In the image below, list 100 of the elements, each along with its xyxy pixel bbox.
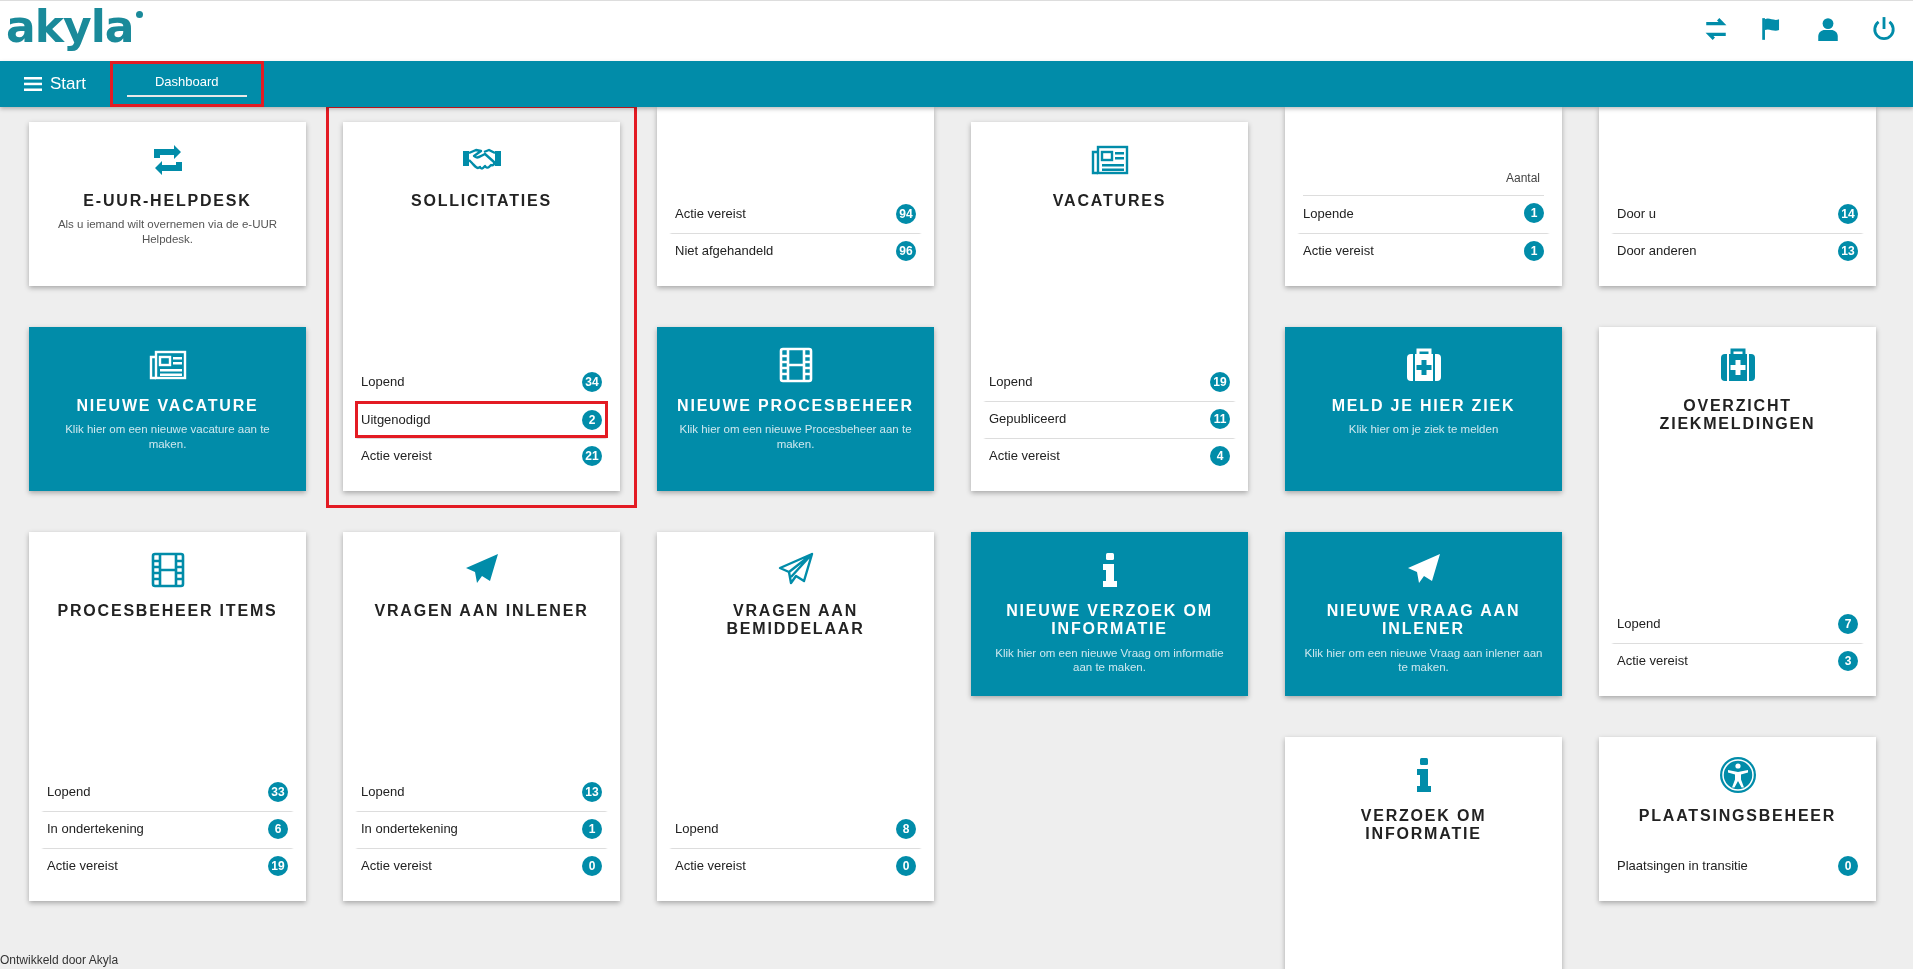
row-label: Actie vereist <box>675 206 746 221</box>
stat-row[interactable]: Lopend 19 <box>983 364 1236 401</box>
action-tile[interactable]: MELD JE HIER ZIEK Klik hier om je ziek te melden <box>1285 327 1562 491</box>
footer-text: Ontwikkeld door Akyla <box>0 953 119 967</box>
card-title: VRAGEN AAN BEMIDDELAAR <box>725 602 866 639</box>
card-title: PROCESBEHEER ITEMS <box>57 602 278 621</box>
menu-button[interactable]: Start <box>24 61 86 107</box>
logo: akyla <box>6 5 144 49</box>
stat-row[interactable]: Actie vereist 3 <box>1611 643 1864 680</box>
card-description: Klik hier om een nieuwe vacature aan te maken. <box>64 422 271 452</box>
row-label: Lopend <box>1617 616 1661 631</box>
row-label: Actie vereist <box>675 858 746 873</box>
count-badge: 13 <box>582 781 602 802</box>
count-badge: 6 <box>268 818 288 839</box>
stat-row[interactable]: Actie vereist 0 <box>669 848 922 885</box>
row-label: Lopende <box>1303 205 1354 221</box>
card-title: VERZOEK OM INFORMATIE <box>1359 807 1488 844</box>
count-badge: 14 <box>1838 203 1858 224</box>
count-badge: 1 <box>1524 240 1544 261</box>
dashboard-card[interactable]: VRAGEN AAN INLENER Lopend 13 In ondertekening 1 Actie vereist 0 <box>343 532 620 901</box>
row-label: Actie vereist <box>1617 653 1688 668</box>
count-badge: 11 <box>1210 408 1230 429</box>
stat-row[interactable]: Actie vereist 94 <box>669 196 922 233</box>
stat-row[interactable]: Niet afgehandeld 96 <box>669 233 922 270</box>
card-title: SOLLICITATIES <box>411 192 552 211</box>
row-label: Actie vereist <box>47 858 118 873</box>
dashboard-card[interactable]: Actie vereist 94 Niet afgehandeld 96 <box>657 107 934 286</box>
dashboard-card[interactable]: E-UUR-HELPDESK Als u iemand wilt overnemen via de e-UUR Helpdesk. <box>29 122 306 286</box>
card-description: Klik hier om je ziek te melden <box>1348 422 1499 437</box>
stat-row[interactable]: In ondertekening 1 <box>355 811 608 848</box>
stat-row[interactable]: Lopend 13 <box>355 774 608 811</box>
dashboard-card[interactable]: VACATURES Lopend 19 Gepubliceerd 11 Actie vereist 4 <box>971 122 1248 491</box>
count-badge: 1 <box>1524 203 1544 223</box>
count-badge: 21 <box>582 445 602 466</box>
row-label: Plaatsingen in transitie <box>1617 858 1748 873</box>
stat-row[interactable]: Gepubliceerd 11 <box>983 401 1236 438</box>
stat-row[interactable]: Lopend 33 <box>41 774 294 811</box>
count-badge: 0 <box>896 855 916 876</box>
stat-row[interactable]: Door anderen 13 <box>1611 233 1864 270</box>
card-description: Klik hier om een nieuwe Vraag om informatie aan te maken. <box>994 645 1225 675</box>
dashboard-card[interactable]: VERZOEK OM INFORMATIE <box>1285 737 1562 969</box>
row-label: Uitgenodigd <box>361 412 431 427</box>
dashboard-tab[interactable]: Dashboard <box>126 67 247 97</box>
stat-row[interactable]: Actie vereist 19 <box>41 848 294 885</box>
row-label: Actie vereist <box>361 858 432 873</box>
column-header: Aantal <box>1303 171 1544 196</box>
row-label: Door anderen <box>1617 243 1697 258</box>
count-badge: 2 <box>582 409 602 430</box>
action-tile[interactable]: NIEUWE VACATURE Klik hier om een nieuwe vacature aan te maken. <box>29 327 306 491</box>
dashboard-card[interactable]: VRAGEN AAN BEMIDDELAAR Lopend 8 Actie vereist 0 <box>657 532 934 901</box>
stat-row[interactable]: Lopende 1 <box>1297 196 1550 233</box>
count-badge: 13 <box>1838 240 1858 261</box>
dashboard-card[interactable]: PROCESBEHEER ITEMS Lopend 33 In ondertekening 6 Actie vereist 19 <box>29 532 306 901</box>
row-label: Actie vereist <box>1303 243 1374 258</box>
stat-row[interactable]: Lopend 8 <box>669 811 922 848</box>
row-label: Lopend <box>675 821 719 836</box>
row-label: Actie vereist <box>361 448 432 463</box>
count-badge: 4 <box>1210 445 1230 466</box>
count-badge: 0 <box>582 855 602 876</box>
count-badge: 0 <box>1838 855 1858 876</box>
stat-row[interactable]: Lopend 7 <box>1611 606 1864 643</box>
card-title: OVERZICHT ZIEKMELDINGEN <box>1658 397 1817 434</box>
row-label: Niet afgehandeld <box>675 243 774 258</box>
row-label: Lopend <box>989 374 1033 389</box>
stat-row[interactable]: Plaatsingen in transitie 0 <box>1611 848 1864 885</box>
count-badge: 1 <box>582 818 602 839</box>
dashboard-card[interactable]: SOLLICITATIES Lopend 34 Uitgenodigd 2 Actie vereist 21 <box>343 122 620 491</box>
count-badge: 96 <box>896 240 916 261</box>
row-label: Gepubliceerd <box>989 411 1067 426</box>
count-badge: 8 <box>896 818 916 839</box>
action-tile[interactable]: NIEUWE VRAAG AAN INLENER Klik hier om een nieuwe Vraag aan inlener aan te maken. <box>1285 532 1562 696</box>
row-label: Lopend <box>361 784 405 799</box>
dashboard-card[interactable]: OVERZICHT ZIEKMELDINGEN Lopend 7 Actie vereist 3 <box>1599 327 1876 696</box>
dashboard-card[interactable]: Aantal Lopende 1 Actie vereist 1 <box>1285 107 1562 286</box>
card-description: Als u iemand wilt overnemen via de e-UUR Helpdesk. <box>56 217 279 247</box>
row-label: Lopend <box>47 784 91 799</box>
count-badge: 3 <box>1838 650 1858 671</box>
row-label: Lopend <box>361 374 405 389</box>
stat-row[interactable]: Actie vereist 4 <box>983 438 1236 475</box>
stat-row[interactable]: Door u 14 <box>1611 196 1864 233</box>
action-tile[interactable]: NIEUWE PROCESBEHEER Klik hier om een nieuwe Procesbeheer aan te maken. <box>657 327 934 491</box>
stat-row[interactable]: Uitgenodigd 2 <box>355 401 608 438</box>
action-tile[interactable]: NIEUWE VERZOEK OM INFORMATIE Klik hier om een nieuwe Vraag om informatie aan te maken. <box>971 532 1248 696</box>
stat-row[interactable]: In ondertekening 6 <box>41 811 294 848</box>
stat-row[interactable]: Actie vereist 0 <box>355 848 608 885</box>
card-title: NIEUWE PROCESBEHEER <box>677 397 914 416</box>
card-title: VACATURES <box>1052 192 1167 211</box>
row-label: Actie vereist <box>989 448 1060 463</box>
dashboard-card[interactable]: Door u 14 Door anderen 13 <box>1599 107 1876 286</box>
count-badge: 19 <box>1210 371 1230 392</box>
stat-row[interactable]: Actie vereist 1 <box>1297 233 1550 270</box>
card-title: NIEUWE VACATURE <box>76 397 259 416</box>
count-badge: 34 <box>582 371 602 392</box>
row-label: In ondertekening <box>361 821 458 836</box>
count-badge: 19 <box>268 855 288 876</box>
dashboard-card[interactable]: PLAATSINGSBEHEER Plaatsingen in transitie 0 <box>1599 737 1876 901</box>
count-badge: 33 <box>268 781 288 802</box>
stat-row[interactable]: Actie vereist 21 <box>355 438 608 475</box>
row-label: Door u <box>1617 206 1657 221</box>
stat-row[interactable]: Lopend 34 <box>355 364 608 401</box>
